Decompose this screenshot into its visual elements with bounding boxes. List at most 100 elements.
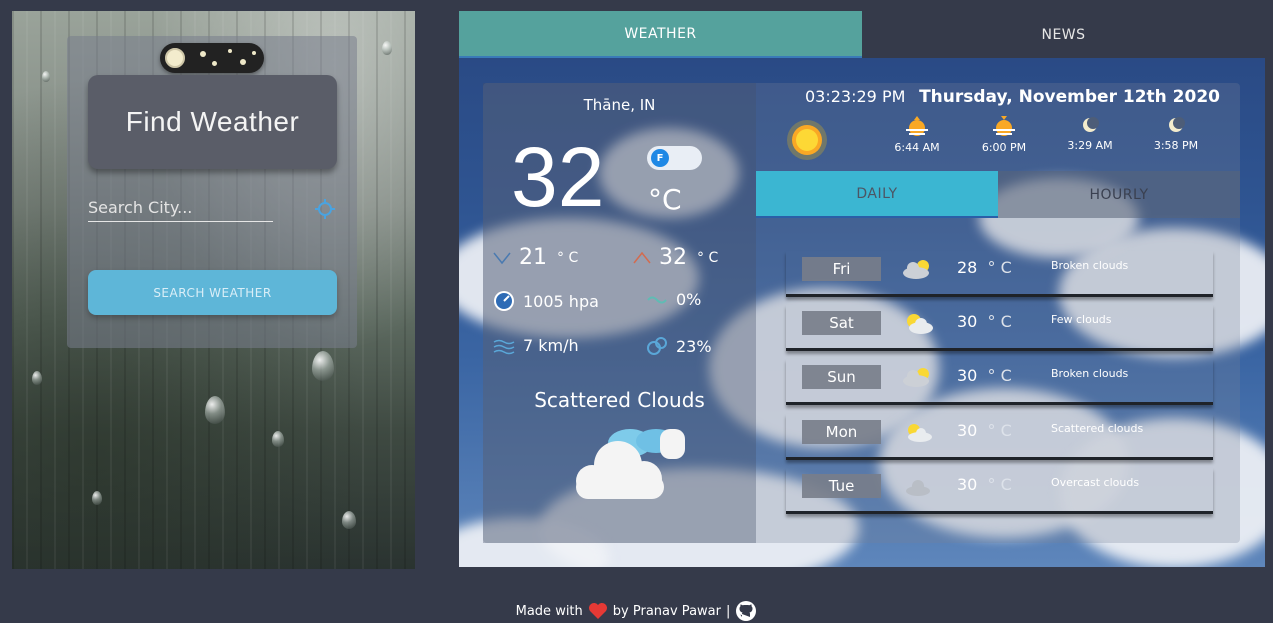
star-icon <box>252 51 256 55</box>
current-weather: Thāne, IN 32 F °C 21 ° C 32 ° C 1005 hpa 0… <box>483 83 756 543</box>
forecast-day: Mon <box>802 420 881 444</box>
forecast-temp-unit: ° C <box>987 475 1012 494</box>
raindrop <box>32 371 42 385</box>
sunset-time: 6:00 PM <box>981 141 1027 154</box>
forecast-temp: 28 ° C <box>957 258 1012 277</box>
cloudiness: 23% <box>646 336 712 356</box>
raindrop <box>42 71 50 82</box>
forecast-description: Few clouds <box>1051 313 1112 326</box>
forecast-temp-unit: ° C <box>987 421 1012 440</box>
arrow-up-icon <box>633 251 651 263</box>
pressure-value: 1005 hpa <box>523 291 599 311</box>
humidity: 0% <box>646 290 701 309</box>
min-temp-unit: ° C <box>557 249 579 266</box>
humidity-icon <box>647 296 667 303</box>
forecast-temp-unit: ° C <box>987 258 1012 277</box>
find-weather-title: Find Weather <box>88 75 337 169</box>
min-temp: 21 ° C <box>493 245 578 270</box>
star-icon <box>200 51 206 57</box>
current-date: Thursday, November 12th 2020 <box>919 87 1220 107</box>
star-icon <box>228 49 232 53</box>
footer-made-with: Made with <box>515 603 583 619</box>
cloudiness-value: 23% <box>676 336 712 356</box>
broken-clouds-icon <box>903 260 929 279</box>
tab-daily[interactable]: DAILY <box>756 171 998 218</box>
unit-toggle[interactable]: F <box>647 146 702 170</box>
moonset: 3:58 PM <box>1146 115 1206 152</box>
search-card: Find Weather SEARCH WEATHER <box>67 36 357 348</box>
forecast-row: Fri 28 ° C Broken clouds <box>786 251 1213 297</box>
max-temp-unit: ° C <box>697 249 719 266</box>
max-temp: 32 ° C <box>633 245 718 270</box>
unit-toggle-knob: F <box>651 149 669 167</box>
forecast-temp-value: 28 <box>957 258 978 277</box>
github-icon[interactable] <box>735 600 757 622</box>
broken-clouds-icon <box>903 368 929 387</box>
weather-panel: Thāne, IN 32 F °C 21 ° C 32 ° C 1005 hpa 0… <box>459 58 1265 567</box>
humidity-value: 0% <box>676 290 702 309</box>
star-icon <box>240 59 246 65</box>
raindrop <box>92 491 102 505</box>
raindrop <box>272 431 284 447</box>
weather-card: Thāne, IN 32 F °C 21 ° C 32 ° C 1005 hpa 0… <box>483 83 1240 543</box>
forecast-temp-value: 30 <box>957 475 978 494</box>
forecast-temp-unit: ° C <box>987 312 1012 331</box>
search-city-input[interactable] <box>88 194 273 222</box>
moon-icon <box>162 45 188 71</box>
forecast-temp-value: 30 <box>957 366 978 385</box>
tab-hourly[interactable]: HOURLY <box>998 171 1240 218</box>
search-weather-button[interactable]: SEARCH WEATHER <box>88 270 337 315</box>
footer-author[interactable]: by Pranav Pawar <box>613 604 721 619</box>
raindrop <box>382 41 392 55</box>
forecast-description: Overcast clouds <box>1051 476 1140 489</box>
moonset-icon <box>1169 117 1185 132</box>
sunrise-time: 6:44 AM <box>894 141 940 154</box>
theme-toggle[interactable] <box>160 43 264 73</box>
scattered-clouds-icon <box>908 424 932 442</box>
forecast-description: Scattered clouds <box>1051 422 1144 435</box>
arrow-down-icon <box>493 252 511 264</box>
forecast-panel: 03:23:29 PM Thursday, November 12th 2020… <box>756 83 1240 543</box>
heart-icon <box>588 603 607 619</box>
current-time: 03:23:29 PM <box>805 87 906 106</box>
raindrop <box>205 396 225 424</box>
moonrise: 3:29 AM <box>1060 115 1120 152</box>
forecast-temp: 30 ° C <box>957 421 1012 440</box>
forecast-day: Fri <box>802 257 881 281</box>
forecast-row: Mon 30 ° C Scattered clouds <box>786 414 1213 460</box>
forecast-temp: 30 ° C <box>957 475 1012 494</box>
forecast-temp-value: 30 <box>957 421 978 440</box>
moonrise-icon <box>1083 117 1099 132</box>
temperature-unit: °C <box>648 183 682 216</box>
forecast-day: Sun <box>802 365 881 389</box>
moonrise-time: 3:29 AM <box>1067 139 1113 152</box>
sunrise-icon <box>906 116 928 136</box>
sun-icon <box>787 120 827 160</box>
min-temp-value: 21 <box>519 245 547 270</box>
current-temperature: 32 <box>511 130 605 224</box>
scattered-clouds-icon <box>576 429 685 499</box>
sunset: 6:00 PM <box>974 115 1034 154</box>
tab-weather[interactable]: WEATHER <box>459 11 862 58</box>
raindrop <box>342 511 356 529</box>
city-name: Thāne, IN <box>583 96 656 114</box>
forecast-day: Sat <box>802 311 881 335</box>
forecast-temp-unit: ° C <box>987 366 1012 385</box>
max-temp-value: 32 <box>659 245 687 270</box>
star-icon <box>212 61 217 66</box>
locate-icon[interactable] <box>315 199 335 219</box>
few-clouds-icon <box>907 314 933 334</box>
sunrise: 6:44 AM <box>887 115 947 154</box>
weather-description: Scattered Clouds <box>534 388 705 412</box>
gauge-icon <box>494 291 514 311</box>
pressure: 1005 hpa <box>493 290 599 312</box>
wind: 7 km/h <box>493 336 579 355</box>
sunset-icon <box>993 116 1015 136</box>
tab-news[interactable]: NEWS <box>862 11 1265 58</box>
footer-separator: | <box>725 603 731 619</box>
forecast-description: Broken clouds <box>1051 259 1129 272</box>
forecast-day: Tue <box>802 474 881 498</box>
footer: Made with by Pranav Pawar | <box>0 600 1273 622</box>
moonset-time: 3:58 PM <box>1153 139 1199 152</box>
cloudiness-icon <box>647 337 667 355</box>
